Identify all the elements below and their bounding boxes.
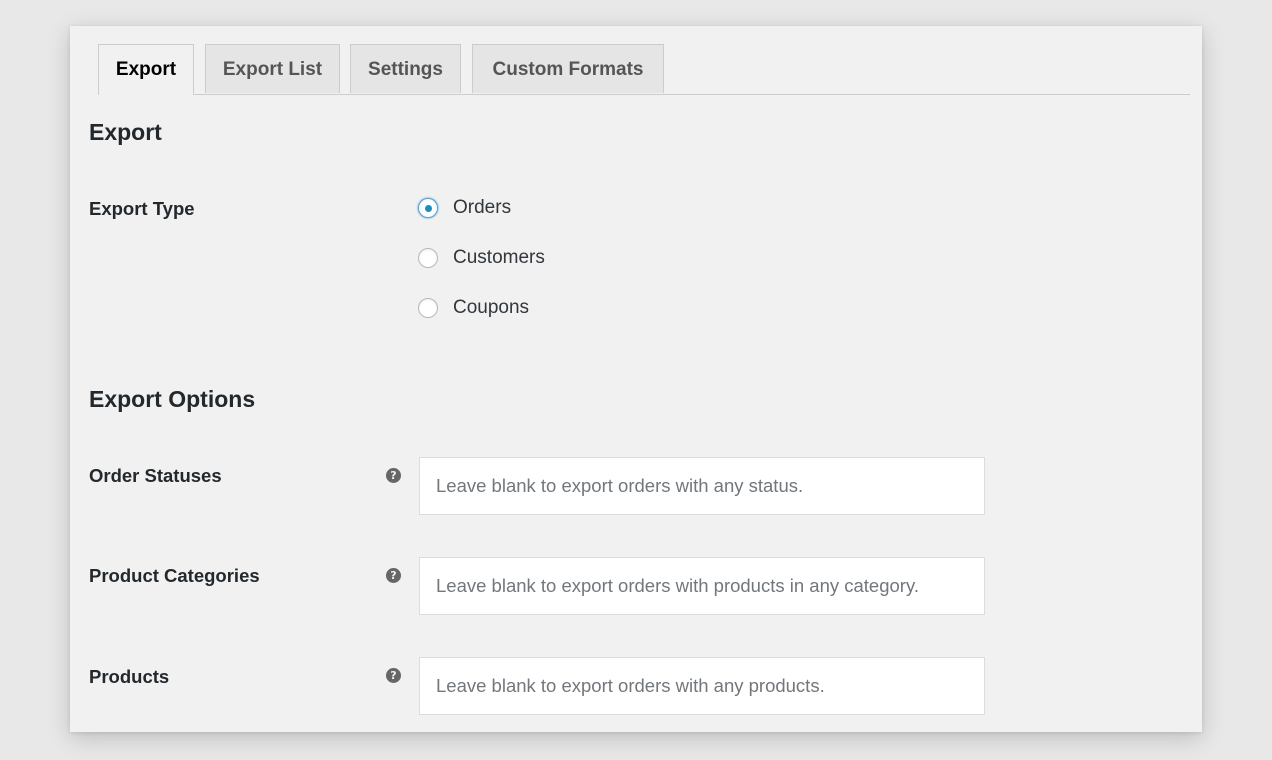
tab-export[interactable]: Export <box>98 44 194 95</box>
export-type-label: Export Type <box>89 198 195 219</box>
order-statuses-input[interactable] <box>419 457 985 515</box>
order-statuses-label: Order Statuses <box>89 465 222 486</box>
radio-coupons[interactable]: Coupons <box>418 295 529 321</box>
products-label: Products <box>89 666 170 687</box>
radio-customers[interactable]: Customers <box>418 245 545 271</box>
radio-coupons-button[interactable] <box>418 298 438 318</box>
tab-export-list[interactable]: Export List <box>205 44 340 93</box>
help-icon[interactable]: ? <box>386 568 401 583</box>
product-categories-input[interactable] <box>419 557 985 615</box>
help-icon[interactable]: ? <box>386 468 401 483</box>
products-input[interactable] <box>419 657 985 715</box>
export-options-title: Export Options <box>89 386 256 412</box>
radio-orders-label[interactable]: Orders <box>453 197 511 219</box>
help-icon[interactable]: ? <box>386 668 401 683</box>
export-panel: Export Export List Settings Custom Forma… <box>70 26 1202 732</box>
export-section-title: Export <box>89 119 162 145</box>
radio-orders-button[interactable] <box>418 198 438 218</box>
radio-orders[interactable]: Orders <box>418 195 511 221</box>
tab-bar: Export Export List Settings Custom Forma… <box>98 44 1190 95</box>
radio-customers-label[interactable]: Customers <box>453 247 545 269</box>
tab-custom-formats[interactable]: Custom Formats <box>472 44 664 93</box>
product-categories-label: Product Categories <box>89 565 260 586</box>
radio-customers-button[interactable] <box>418 248 438 268</box>
radio-coupons-label[interactable]: Coupons <box>453 297 529 319</box>
tab-settings[interactable]: Settings <box>350 44 461 93</box>
